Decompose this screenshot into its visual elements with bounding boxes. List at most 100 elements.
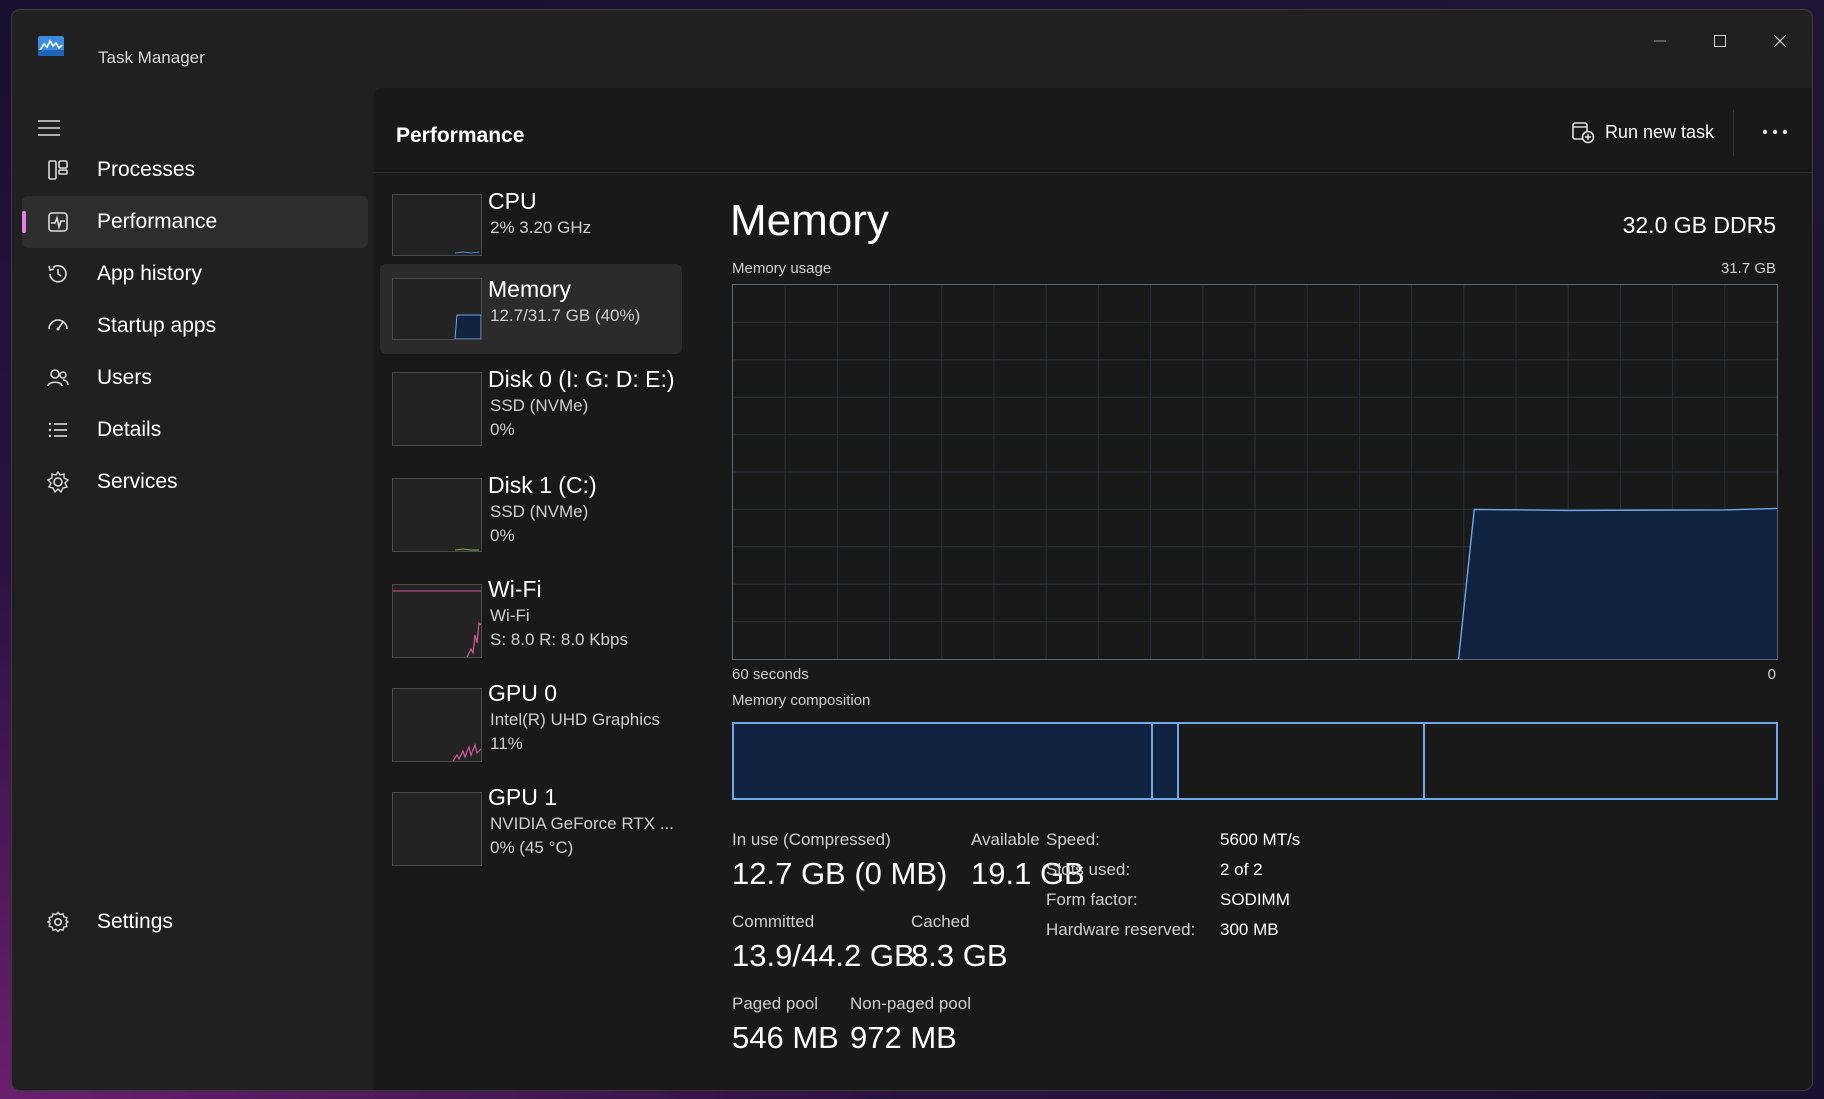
close-icon: [1773, 34, 1787, 48]
device-name: GPU 0: [488, 680, 558, 706]
gpu0-thumbnail-graph: [392, 688, 482, 762]
device-gpu-1[interactable]: GPU 1 NVIDIA GeForce RTX ... 0% (45 °C): [380, 774, 682, 876]
memory-usage-area: [1458, 508, 1777, 659]
wifi-thumbnail-graph: [392, 584, 482, 658]
device-detail: SSD (NVMe): [490, 396, 589, 415]
device-detail: SSD (NVMe): [490, 502, 589, 521]
nav-item-performance[interactable]: Performance: [22, 196, 368, 248]
content-panel: Performance Run new task CPU 2% 3.20 GHz…: [374, 88, 1812, 1090]
memory-thumbnail-graph: [392, 278, 482, 340]
nav-label-app-history: App history: [97, 262, 203, 285]
spec-form-factor-value: SODIMM: [1220, 890, 1290, 909]
paged-pool-value: 546 MB: [732, 1020, 839, 1055]
device-name: CPU: [488, 188, 537, 214]
nav-label-users: Users: [97, 366, 152, 389]
gpu0-thumbnail-line: [452, 743, 481, 761]
nav-label-startup-apps: Startup apps: [97, 314, 217, 337]
gpu1-thumbnail-graph: [392, 792, 482, 866]
cached-value: 8.3 GB: [911, 938, 1008, 973]
paged-pool-label: Paged pool: [732, 994, 819, 1013]
graph-time-end: 0: [1767, 666, 1776, 683]
in-use-value: 12.7 GB (0 MB): [732, 856, 948, 891]
active-indicator: [22, 211, 26, 233]
device-utilization: 0% (45 °C): [490, 838, 574, 857]
more-options-button[interactable]: [1754, 114, 1796, 150]
device-disk-0[interactable]: Disk 0 (I: G: D: E:) SSD (NVMe) 0%: [380, 356, 682, 458]
run-new-task-button[interactable]: Run new task: [1571, 112, 1714, 152]
cached-label: Cached: [911, 912, 970, 931]
nav-item-settings[interactable]: Settings: [22, 896, 368, 948]
device-utilization: 0%: [490, 526, 515, 545]
nav-item-details[interactable]: Details: [22, 404, 368, 456]
composition-in-use: [734, 724, 1152, 798]
device-disk-1[interactable]: Disk 1 (C:) SSD (NVMe) 0%: [380, 462, 682, 564]
device-list: CPU 2% 3.20 GHz Memory 12.7/31.7 GB (40%…: [374, 174, 684, 1090]
device-wifi[interactable]: Wi-Fi Wi-Fi S: 8.0 R: 8.0 Kbps: [380, 566, 682, 668]
nav-label-services: Services: [97, 470, 178, 493]
services-icon: [46, 470, 70, 494]
in-use-label: In use (Compressed): [732, 830, 891, 849]
device-detail: Wi-Fi: [490, 606, 530, 625]
device-detail: Intel(R) UHD Graphics: [490, 710, 661, 729]
disk1-thumbnail-line: [454, 548, 479, 551]
memory-usage-label: Memory usage: [732, 260, 832, 277]
minimize-button[interactable]: [1630, 24, 1690, 58]
device-gpu-0[interactable]: GPU 0 Intel(R) UHD Graphics 11%: [380, 670, 682, 772]
non-paged-pool-label: Non-paged pool: [850, 994, 971, 1013]
memory-composition-label: Memory composition: [732, 692, 871, 709]
spec-hardware-reserved-label: Hardware reserved:: [1046, 920, 1196, 939]
task-manager-window: Task Manager Processes Performance App h…: [12, 10, 1812, 1090]
memory-type: 32.0 GB DDR5: [1622, 212, 1776, 238]
memory-usage-max: 31.7 GB: [1720, 260, 1776, 277]
maximize-button[interactable]: [1690, 24, 1750, 58]
composition-modified: [1152, 724, 1178, 798]
non-paged-pool-value: 972 MB: [850, 1020, 957, 1055]
startup-icon: [48, 319, 68, 331]
spec-form-factor-label: Form factor:: [1046, 890, 1138, 909]
device-name: Disk 0 (I: G: D: E:): [488, 366, 675, 392]
memory-composition-chart: [734, 724, 1425, 798]
nav-item-services[interactable]: Services: [22, 456, 368, 508]
nav-item-startup-apps[interactable]: Startup apps: [22, 300, 368, 352]
device-throughput: S: 8.0 R: 8.0 Kbps: [490, 630, 628, 649]
device-name: GPU 1: [488, 784, 558, 810]
page-title: Performance: [396, 124, 525, 147]
available-label: Available: [971, 830, 1040, 849]
spec-slots-label: Slots used:: [1046, 860, 1131, 879]
cpu-thumbnail-line: [454, 251, 480, 254]
memory-title: Memory: [730, 196, 889, 245]
device-utilization: 11%: [490, 734, 523, 753]
window-title: Task Manager: [98, 48, 205, 67]
more-options-icon: [1762, 129, 1788, 135]
processes-icon: [48, 160, 68, 180]
spec-speed-value: 5600 MT/s: [1220, 830, 1301, 849]
run-task-label: Run new task: [1604, 121, 1714, 142]
device-cpu[interactable]: CPU 2% 3.20 GHz: [380, 174, 682, 262]
maximize-icon: [1714, 35, 1726, 47]
graph-time-start: 60 seconds: [732, 666, 809, 683]
spec-hardware-reserved-value: 300 MB: [1220, 920, 1279, 939]
device-detail: 12.7/31.7 GB (40%): [490, 306, 641, 325]
navigation-pane: Processes Performance App history Startu…: [12, 88, 374, 1090]
close-button[interactable]: [1750, 24, 1810, 58]
hamburger-menu-icon[interactable]: [36, 116, 62, 140]
wifi-thumbnail-line: [393, 590, 481, 657]
device-detail: 2% 3.20 GHz: [490, 218, 592, 237]
device-name: Wi-Fi: [488, 576, 542, 602]
device-name: Memory: [488, 276, 572, 302]
memory-composition-bar: [732, 722, 1778, 800]
committed-value: 13.9/44.2 GB: [732, 938, 915, 973]
users-icon: [47, 369, 69, 387]
memory-usage-chart: [733, 285, 1778, 660]
nav-label-details: Details: [97, 418, 162, 441]
memory-detail-pane: Memory 32.0 GB DDR5 Memory usage 31.7 GB…: [730, 174, 1812, 1090]
nav-item-users[interactable]: Users: [22, 352, 368, 404]
nav-label-processes: Processes: [97, 158, 196, 181]
history-icon: [48, 264, 67, 283]
device-memory[interactable]: Memory 12.7/31.7 GB (40%): [380, 264, 682, 354]
spec-speed-label: Speed:: [1046, 830, 1100, 849]
nav-item-processes[interactable]: Processes: [22, 144, 368, 196]
minimize-icon: [1654, 40, 1666, 42]
nav-label-settings: Settings: [97, 910, 173, 933]
nav-item-app-history[interactable]: App history: [22, 248, 368, 300]
